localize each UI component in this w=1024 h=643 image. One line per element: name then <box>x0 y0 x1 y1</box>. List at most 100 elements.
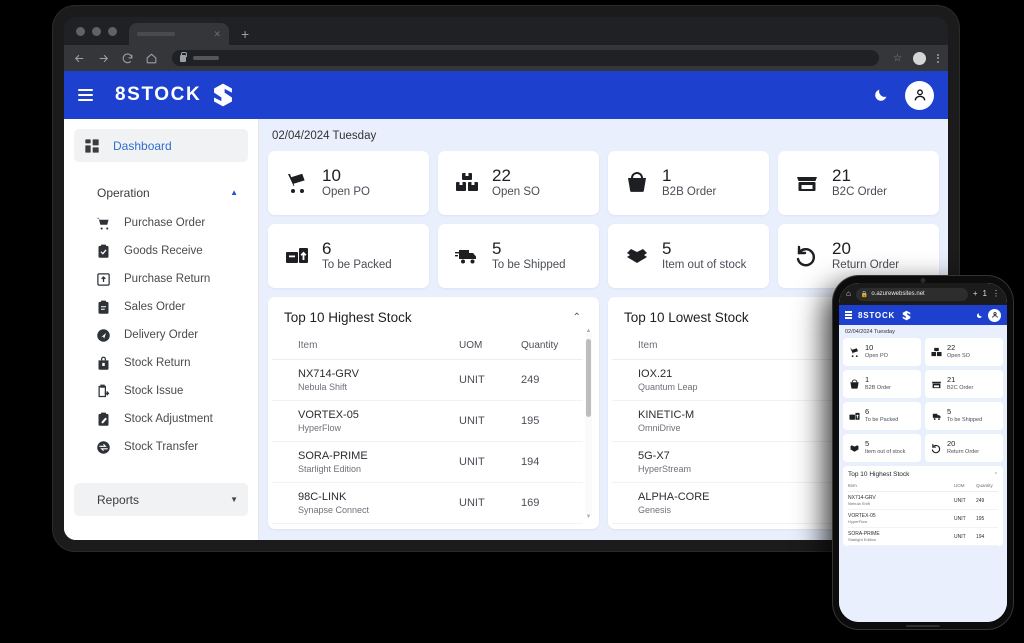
sidebar-group-operation[interactable]: Operation ▲ <box>74 176 248 209</box>
item-name: Starlight Edition <box>848 537 954 542</box>
url-text <box>193 56 219 60</box>
kpi-label: Return Order <box>947 449 979 456</box>
mobile-app-header: 8STOCK <box>839 305 1007 325</box>
browser-profile-avatar[interactable] <box>913 52 926 65</box>
sidebar-item-label: Dashboard <box>113 139 172 153</box>
kpi-card-open-so[interactable]: 22 Open SO <box>438 151 599 215</box>
sidebar-item-sales-order[interactable]: Sales Order <box>74 293 248 321</box>
clipboard-check-icon <box>96 244 111 259</box>
brand[interactable]: 8STOCK <box>115 82 236 108</box>
new-tab-button[interactable]: + <box>233 26 257 45</box>
panel-header: Top 10 Highest Stock ⌃ <box>268 310 595 335</box>
table-row[interactable]: VORTEX-05HyperFlow UNIT 195 <box>272 401 583 442</box>
kpi-card-open-so[interactable]: 22Open SO <box>925 338 1003 366</box>
open-box-icon <box>849 443 860 454</box>
browser-tab[interactable]: ✕ <box>129 23 229 45</box>
kpi-card-to-be-packed[interactable]: 6To be Packed <box>843 402 921 430</box>
moon-icon[interactable] <box>873 87 889 103</box>
kpi-card-b2c-order[interactable]: 21 B2C Order <box>778 151 939 215</box>
sidebar-item-stock-issue[interactable]: Stock Issue <box>74 377 248 405</box>
kpi-card-item-out-of-stock[interactable]: 5 Item out of stock <box>608 224 769 288</box>
table-header-row: Item UOM Quantity <box>848 481 998 492</box>
kpi-card-open-po[interactable]: 10 Open PO <box>268 151 429 215</box>
kpi-card-open-po[interactable]: 10Open PO <box>843 338 921 366</box>
kpi-label: Open SO <box>492 185 540 200</box>
hamburger-icon[interactable] <box>78 89 93 101</box>
sidebar-item-delivery-order[interactable]: Delivery Order <box>74 321 248 349</box>
kpi-label: To be Packed <box>865 417 898 424</box>
sidebar-item-goods-receive[interactable]: Goods Receive <box>74 237 248 265</box>
kpi-card-b2b-order[interactable]: 1B2B Order <box>843 370 921 398</box>
boxes-icon <box>931 347 942 358</box>
item-name: Starlight Edition <box>298 464 459 474</box>
table-scrollbar[interactable]: ▲ ▼ <box>585 333 592 515</box>
transfer-arrows-icon <box>96 440 111 455</box>
back-arrow-icon[interactable] <box>73 52 86 65</box>
hamburger-icon[interactable] <box>845 311 852 319</box>
mobile-new-tab-button[interactable]: + <box>973 290 978 298</box>
kpi-card-to-be-shipped[interactable]: 5To be Shipped <box>925 402 1003 430</box>
sidebar-item-stock-adjustment[interactable]: Stock Adjustment <box>74 405 248 433</box>
delivery-truck-icon <box>455 244 479 268</box>
sidebar-item-label: Goods Receive <box>124 245 203 257</box>
kpi-card-to-be-packed[interactable]: 6 To be Packed <box>268 224 429 288</box>
sidebar-item-purchase-order[interactable]: Purchase Order <box>74 209 248 237</box>
kebab-menu-icon[interactable] <box>937 54 939 63</box>
item-uom: UNIT <box>459 401 521 442</box>
home-icon[interactable] <box>145 52 158 65</box>
close-tab-icon[interactable]: ✕ <box>213 29 221 40</box>
kpi-card-to-be-shipped[interactable]: 5 To be Shipped <box>438 224 599 288</box>
star-icon[interactable]: ☆ <box>893 53 902 64</box>
sidebar-item-purchase-return[interactable]: Purchase Return <box>74 265 248 293</box>
minimize-window-dot[interactable] <box>92 27 101 36</box>
scroll-down-icon[interactable]: ▼ <box>585 514 592 520</box>
table-row[interactable]: NX714-GRVNebula Shift UNIT 249 <box>272 360 583 401</box>
panel-highest-stock: Top 10 Highest Stock ⌃ Item UOM Quantity <box>268 297 599 529</box>
table-row[interactable]: SORA-PRIMEStarlight Edition UNIT 194 <box>272 442 583 483</box>
window-controls[interactable] <box>74 17 125 45</box>
forward-arrow-icon[interactable] <box>97 52 110 65</box>
kebab-menu-icon[interactable]: ⋮ <box>992 290 1000 298</box>
package-up-icon <box>849 411 860 422</box>
maximize-window-dot[interactable] <box>108 27 117 36</box>
kpi-card-item-out-of-stock[interactable]: 5Item out of stock <box>843 434 921 462</box>
avatar[interactable] <box>905 81 934 110</box>
kpi-label: B2C Order <box>832 185 887 200</box>
reload-icon[interactable] <box>121 52 134 65</box>
table-row[interactable]: NX714-GRVNebula Shift UNIT 249 <box>848 492 998 510</box>
sidebar-item-label: Stock Adjustment <box>124 413 213 425</box>
table-row[interactable]: SORA-PRIMEStarlight Edition UNIT 194 <box>848 528 998 546</box>
sidebar-item-dashboard[interactable]: Dashboard <box>74 129 248 162</box>
sidebar-group-reports[interactable]: Reports ▼ <box>74 483 248 516</box>
sidebar-item-label: Purchase Order <box>124 217 205 229</box>
item-name: Nebula Shift <box>848 501 954 506</box>
chevron-down-icon[interactable]: ▼ <box>230 495 238 504</box>
kpi-card-b2b-order[interactable]: 1 B2B Order <box>608 151 769 215</box>
chevron-up-icon[interactable]: ▲ <box>230 188 238 197</box>
sidebar-item-stock-return[interactable]: Stock Return <box>74 349 248 377</box>
scrollbar-thumb[interactable] <box>586 339 591 417</box>
item-quantity: 194 <box>521 442 583 483</box>
kpi-card-b2c-order[interactable]: 21B2C Order <box>925 370 1003 398</box>
current-date: 02/04/2024 Tuesday <box>843 328 1003 338</box>
sidebar-item-stock-transfer[interactable]: Stock Transfer <box>74 433 248 461</box>
shopping-cart-icon <box>96 216 111 231</box>
table-row[interactable]: 98C-LINKSynapse Connect UNIT 169 <box>272 483 583 524</box>
item-quantity: 249 <box>521 360 583 401</box>
kpi-card-return-order[interactable]: 20Return Order <box>925 434 1003 462</box>
close-window-dot[interactable] <box>76 27 85 36</box>
address-bar[interactable] <box>172 50 879 66</box>
moon-icon[interactable] <box>976 312 983 319</box>
mobile-tab-count[interactable]: 1 <box>983 290 987 298</box>
kpi-value: 6 <box>322 239 392 259</box>
brand-logo-icon <box>901 310 912 321</box>
brand-logo-icon <box>210 82 236 108</box>
scroll-up-icon[interactable]: ▲ <box>585 328 592 334</box>
mobile-address-bar[interactable]: 🔒 o.azurewebsites.net <box>856 288 968 301</box>
home-icon[interactable]: ⌂ <box>846 290 851 298</box>
table-row[interactable]: VORTEX-05HyperFlow UNIT 195 <box>848 510 998 528</box>
avatar[interactable] <box>988 309 1001 322</box>
chevron-up-icon[interactable]: ⌃ <box>573 312 581 323</box>
chevron-up-icon[interactable]: ⌃ <box>994 472 998 478</box>
item-code: 5G-X7 <box>638 450 861 462</box>
